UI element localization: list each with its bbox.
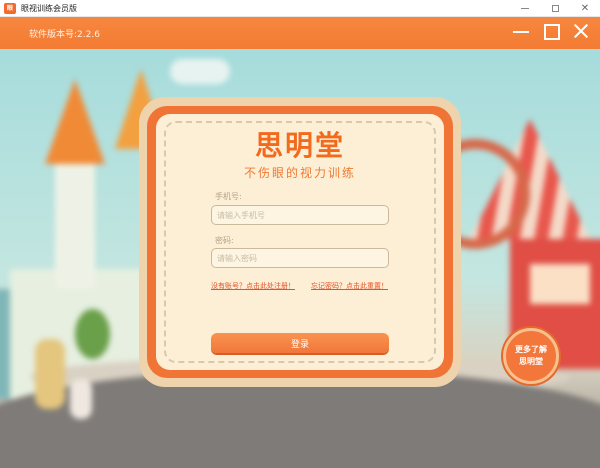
- character-figure-2: [70, 379, 92, 419]
- window-title: 眼视训练会员版: [21, 3, 77, 13]
- learn-more-button[interactable]: 更多了解 思明堂: [503, 328, 559, 384]
- password-label: 密码:: [215, 236, 234, 245]
- os-title-bar: 眼 眼视训练会员版 ✕: [0, 0, 600, 17]
- phone-input[interactable]: [211, 205, 389, 225]
- forgot-password-link[interactable]: 忘记密码？点击此重置！: [311, 281, 388, 291]
- phone-label: 手机号:: [215, 192, 242, 201]
- os-maximize-button[interactable]: [540, 0, 570, 17]
- app-logo-icon: 眼: [4, 2, 16, 14]
- app-window-controls: [512, 22, 590, 40]
- close-icon: ✕: [580, 3, 590, 14]
- learn-more-line1: 更多了解: [515, 345, 547, 354]
- app-minimize-button[interactable]: [512, 22, 530, 40]
- booth-window-shape: [530, 264, 590, 304]
- app-maximize-button[interactable]: [542, 22, 560, 40]
- login-button[interactable]: 登录: [211, 333, 389, 353]
- tree-shape: [75, 309, 110, 359]
- password-input[interactable]: [211, 248, 389, 268]
- os-minimize-button[interactable]: [510, 0, 540, 17]
- brand-subtitle: 不伤眼的视力训练: [243, 166, 356, 180]
- register-link[interactable]: 没有账号？点击此处注册！: [211, 281, 295, 291]
- minimize-icon: [521, 8, 529, 9]
- app-close-button[interactable]: [572, 22, 590, 40]
- cloud-shape: [170, 59, 230, 84]
- version-label: 软件版本号:2.2.6: [29, 30, 100, 40]
- character-figure: [35, 339, 65, 409]
- learn-more-line2: 思明堂: [519, 357, 543, 366]
- os-close-button[interactable]: ✕: [570, 0, 600, 17]
- maximize-icon: [551, 5, 559, 12]
- brand-title: 思明堂: [254, 129, 345, 162]
- app-header: 软件版本号:2.2.6: [0, 17, 600, 49]
- os-window-controls: ✕: [510, 0, 600, 17]
